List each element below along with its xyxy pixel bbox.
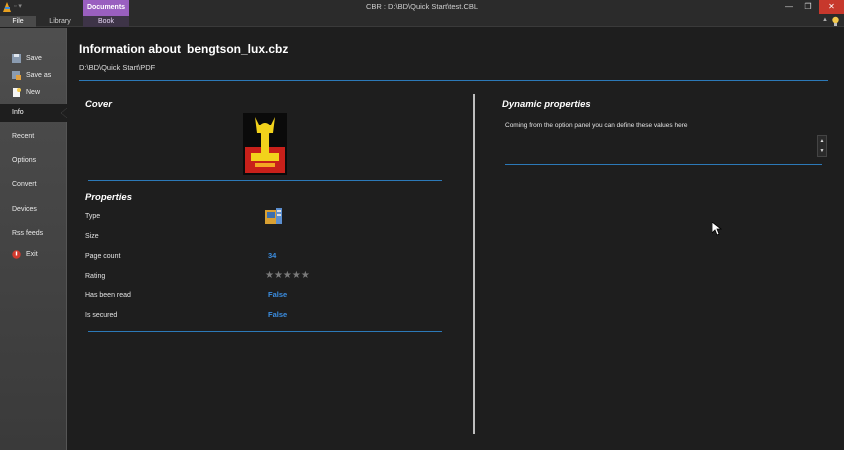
new-icon [13, 87, 21, 97]
contextual-tab-header: Documents [83, 0, 129, 16]
sidebar-item-convert[interactable]: Convert [0, 176, 67, 194]
file-path: D:\BD\Quick Start\PDF [79, 63, 156, 72]
sidebar-item-label: Recent [12, 133, 35, 140]
save-as-icon [12, 70, 21, 80]
comic-archive-icon [265, 208, 282, 224]
maximize-button[interactable]: ❐ [797, 0, 819, 14]
cover-image[interactable] [243, 113, 287, 175]
scroll-up-icon[interactable]: ▲ [818, 136, 826, 146]
secured-value[interactable]: False [268, 310, 287, 319]
sidebar-item-devices[interactable]: Devices [0, 201, 67, 219]
sidebar-item-label: Convert [12, 181, 37, 188]
properties-section-title: Properties [85, 192, 132, 203]
cover-divider [88, 180, 442, 181]
page-count-label: Page count [85, 253, 121, 260]
ribbon-collapse-icon[interactable]: ▲ [822, 17, 828, 23]
backstage-sidebar: Save Save as New Info Recent Options Con… [0, 28, 67, 450]
dynamic-properties-title: Dynamic properties [502, 99, 591, 110]
ribbon-tab-row: File Library Book ▲ [0, 16, 844, 27]
page-count-value: 34 [268, 251, 277, 260]
page-title: Information about bengtson_lux.cbz [79, 42, 288, 56]
close-button[interactable]: ✕ [819, 0, 844, 14]
title-divider [79, 80, 828, 81]
page-title-prefix: Information about [79, 42, 181, 56]
read-value[interactable]: False [268, 290, 287, 299]
new-label: New [26, 88, 41, 96]
sidebar-item-options[interactable]: Options [0, 152, 67, 170]
sidebar-item-recent[interactable]: Recent [0, 128, 67, 146]
secured-label: Is secured [85, 312, 118, 319]
dynamic-properties-scroll[interactable]: ▲ ▼ [817, 135, 827, 157]
app-logo-icon [3, 2, 11, 12]
sidebar-item-label: Rss feeds [12, 230, 44, 237]
cover-section-title: Cover [85, 99, 112, 110]
properties-divider [88, 331, 442, 332]
rating-label: Rating [85, 273, 106, 280]
tab-file[interactable]: File [0, 16, 36, 27]
save-label: Save [26, 54, 42, 62]
save-as-label: Save as [26, 71, 52, 79]
save-icon [12, 53, 21, 63]
new-button[interactable]: New [12, 85, 40, 99]
mouse-cursor-icon [712, 222, 722, 236]
quick-access-toolbar[interactable]: ▫ ▾ [14, 2, 22, 10]
exit-icon [12, 249, 21, 259]
rating-stars[interactable]: ★★★★★ [265, 270, 310, 281]
dynamic-divider [505, 164, 822, 165]
sidebar-item-rss-feeds[interactable]: Rss feeds [0, 225, 67, 243]
type-label: Type [85, 213, 101, 220]
save-button[interactable]: Save [12, 51, 42, 65]
read-label: Has been read [85, 292, 131, 299]
sidebar-item-label: Options [12, 157, 37, 164]
column-splitter[interactable] [473, 94, 475, 434]
help-bulb-icon[interactable] [831, 16, 840, 27]
sidebar-item-label: Info [12, 109, 24, 116]
size-label: Size [85, 233, 99, 240]
info-panel: Information about bengtson_lux.cbz D:\BD\… [68, 28, 844, 450]
exit-label: Exit [26, 250, 38, 258]
save-as-button[interactable]: Save as [12, 68, 51, 82]
sidebar-item-label: Devices [12, 206, 37, 213]
tab-book[interactable]: Book [83, 16, 129, 27]
scroll-down-icon[interactable]: ▼ [818, 146, 826, 156]
active-indicator [61, 108, 67, 118]
tab-library[interactable]: Library [45, 16, 75, 27]
sidebar-item-info[interactable]: Info [0, 104, 67, 122]
dynamic-properties-description: Coming from the option panel you can def… [505, 122, 688, 129]
page-title-filename: bengtson_lux.cbz [187, 42, 289, 56]
exit-button[interactable]: Exit [12, 247, 38, 261]
